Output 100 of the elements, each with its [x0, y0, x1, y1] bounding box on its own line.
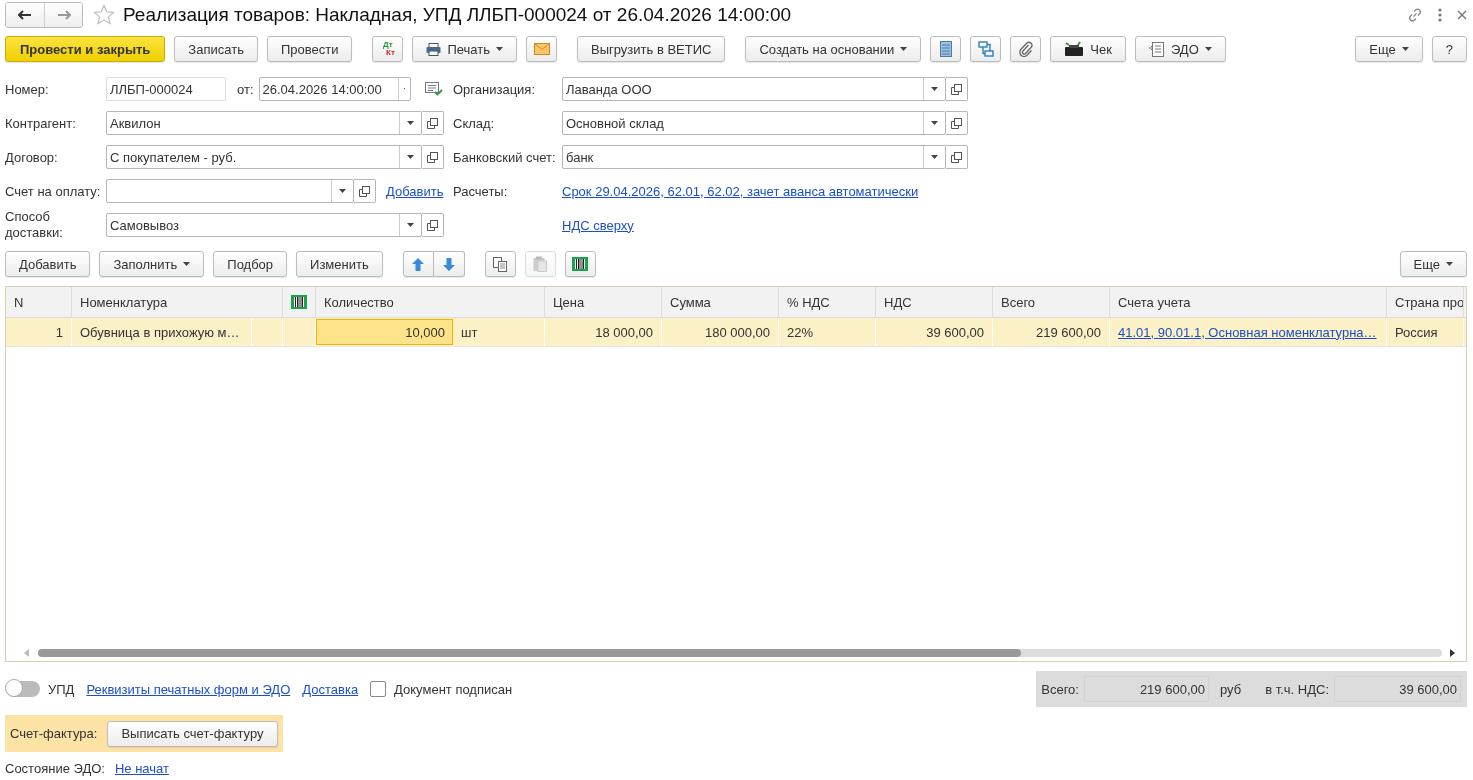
ledger-button[interactable]: Дт Кт [372, 36, 404, 62]
field-label: Склад: [453, 115, 496, 131]
attach-button[interactable] [1010, 36, 1042, 62]
table-cell: 1 [6, 318, 72, 346]
back-arrow-icon [18, 10, 32, 20]
warehouse-field[interactable]: Основной склад [562, 111, 946, 135]
checkbox[interactable] [370, 681, 387, 697]
vat-total-field: 39 600,00 [1334, 676, 1461, 702]
column-header[interactable]: Номенклатура [72, 287, 283, 317]
quantity-input[interactable]: 10,000 [316, 319, 453, 345]
column-header[interactable]: % НДС [779, 287, 876, 317]
caret-icon [1401, 47, 1409, 51]
add-link[interactable]: Добавить [386, 183, 444, 199]
toolbar-button[interactable]: ? [1431, 36, 1467, 62]
toolbar-button[interactable]: Провести [266, 36, 353, 62]
move-up-button[interactable] [402, 251, 434, 277]
open-button[interactable] [946, 77, 968, 101]
footer-link[interactable]: Реквизиты печатных форм и ЭДО [86, 681, 291, 697]
print-button[interactable]: Печать [412, 36, 517, 62]
table-cell: 22% [779, 318, 876, 346]
post-and-close-button[interactable]: Провести и закрыть [5, 36, 166, 62]
barcode-icon [291, 295, 307, 309]
toolbar-button[interactable]: Еще [1355, 36, 1423, 62]
field-label: Контрагент: [5, 115, 77, 131]
delivery-field[interactable]: Самовывоз [106, 213, 422, 237]
move-down-button[interactable] [433, 251, 465, 277]
star-icon[interactable] [93, 4, 115, 26]
caret-icon [931, 121, 938, 125]
open-button[interactable] [946, 111, 968, 135]
toggle-label: УПД [48, 681, 75, 697]
open-window-icon [427, 219, 438, 231]
toolbar-button[interactable]: Создать на основании [745, 36, 922, 62]
toolbar-button[interactable]: Добавить [5, 251, 91, 277]
edo-button[interactable]: ЭДО [1134, 36, 1226, 62]
column-header[interactable]: Сумма [662, 287, 779, 317]
document-check-icon[interactable] [424, 82, 443, 96]
more-icon[interactable] [1437, 7, 1443, 23]
column-header[interactable]: Цена [545, 287, 662, 317]
back-button[interactable] [6, 3, 44, 27]
table-row[interactable]: 1 Обувница в прихожую м… 10,000 шт 18 000,00 180 000,00 22% 39 600,00 219 600,00 41.01, 90.01.1, Основная номенклатурна… Россия [6, 318, 1466, 347]
accounts-link[interactable]: 41.01, 90.01.1, Основная номенклатурна… [1118, 324, 1377, 340]
date-field[interactable]: 26.04.2026 14:00:00 [258, 77, 411, 101]
open-button[interactable] [354, 179, 376, 203]
contract-field[interactable]: С покупателем - руб. [106, 145, 422, 169]
caret-icon [1204, 47, 1212, 51]
toolbar-button[interactable]: Заполнить [99, 251, 205, 277]
table-cell-text: шт [460, 324, 478, 340]
open-button[interactable] [422, 145, 444, 169]
toolbar-button[interactable]: Изменить [296, 251, 383, 277]
receipt-button[interactable]: Чек [1050, 36, 1126, 62]
column-header[interactable]: Всего [993, 287, 1110, 317]
printer-icon [426, 42, 442, 56]
settlements-link[interactable]: Срок 29.04.2026, 62.01, 62.02, зачет аванса автоматически [562, 183, 919, 199]
field-label: Договор: [5, 149, 59, 165]
table-cell-text: Обувница в прихожую м… [80, 324, 241, 340]
caret-icon [407, 121, 414, 125]
field-label: Счет на оплату: [5, 183, 102, 199]
toggle-switch[interactable] [6, 681, 40, 697]
payment-invoice-field[interactable] [106, 179, 354, 203]
caret-icon [931, 87, 938, 91]
more-button[interactable]: Еще [1399, 251, 1467, 277]
column-header[interactable]: N [6, 287, 72, 317]
column-header[interactable]: Количество [316, 287, 545, 317]
counterparty-field[interactable]: Аквилон [106, 111, 422, 135]
edo-state-link[interactable]: Не начат [114, 761, 169, 776]
caret-icon [339, 189, 346, 193]
toolbar-button[interactable]: Подбор [213, 251, 288, 277]
barcode-button[interactable] [564, 251, 596, 277]
forward-arrow-icon [56, 10, 71, 20]
scroll-right-icon[interactable] [1450, 649, 1456, 657]
number-field[interactable]: ЛЛБП-000024 [106, 77, 226, 101]
footer-link[interactable]: Доставка [302, 681, 359, 697]
caret-icon [407, 223, 414, 227]
toolbar-button[interactable]: Выгрузить в ВЕТИС [577, 36, 726, 62]
toolbar-button[interactable]: Записать [174, 36, 258, 62]
close-icon[interactable] [1457, 10, 1467, 20]
mail-button[interactable] [526, 36, 557, 62]
field-label: Номер: [5, 81, 50, 97]
open-button[interactable] [422, 213, 444, 237]
bank-account-field[interactable]: банк [562, 145, 946, 169]
copy-icon [492, 256, 508, 272]
table-cell: 219 600,00 [993, 318, 1110, 346]
open-window-icon [359, 185, 370, 197]
issue-invoice-button[interactable]: Выписать счет-фактуру [107, 720, 278, 747]
link-icon[interactable] [1407, 7, 1423, 23]
column-header[interactable]: Счета учета [1110, 287, 1387, 317]
caret-icon [407, 155, 414, 159]
open-button[interactable] [946, 145, 968, 169]
organization-field[interactable]: Лаванда ООО [562, 77, 946, 101]
list-button[interactable] [930, 36, 962, 62]
paperclip-icon [1018, 41, 1033, 57]
structure-button[interactable] [970, 36, 1002, 62]
caret-icon [900, 47, 908, 51]
caret-icon [496, 47, 503, 51]
open-button[interactable] [422, 111, 444, 135]
column-header[interactable]: НДС [876, 287, 993, 317]
vat-link[interactable]: НДС сверху [562, 217, 634, 233]
open-window-icon [951, 151, 962, 163]
column-header[interactable]: Страна про [1387, 287, 1464, 317]
copy-button[interactable] [484, 251, 516, 277]
